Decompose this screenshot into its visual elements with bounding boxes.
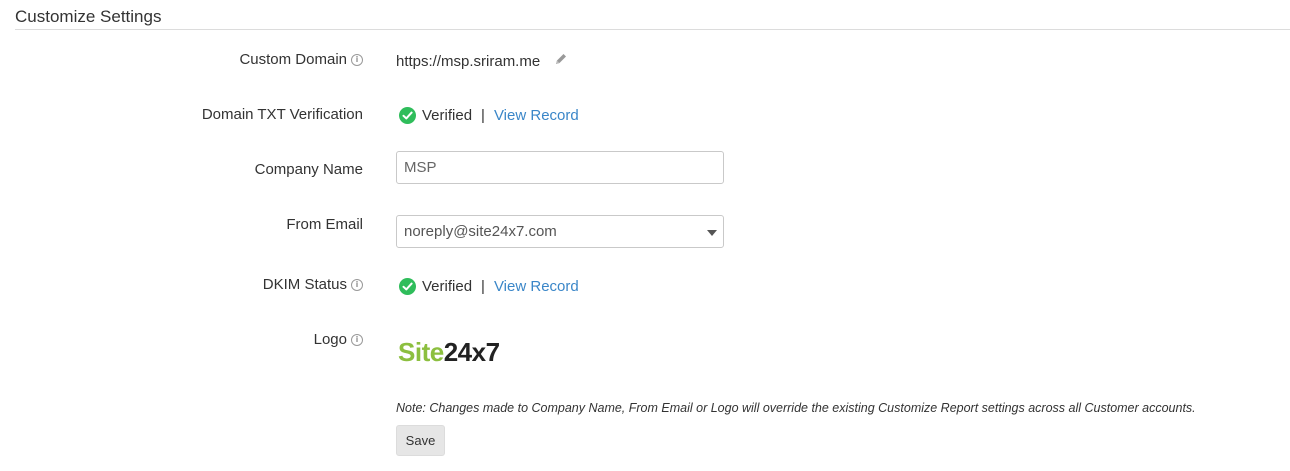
site24x7-logo: Site24x7 [398, 337, 500, 368]
dkim-status-label: DKIM Status i [263, 276, 363, 293]
info-icon[interactable]: i [351, 333, 363, 346]
dkim-status-row: Verified | View Record [396, 278, 579, 295]
company-name-input[interactable] [404, 159, 723, 176]
page-title: Customize Settings [15, 7, 162, 26]
logo-label: Logo i [314, 331, 363, 348]
from-email-label: From Email [286, 216, 363, 233]
caret-down-icon[interactable] [707, 230, 717, 236]
logo-text-site: Site [398, 337, 444, 367]
from-email-selected-value: noreply@site24x7.com [404, 223, 557, 240]
dkim-status-label-text: DKIM Status [262, 276, 347, 293]
from-email-label-text: From Email [286, 216, 363, 233]
separator: | [481, 107, 485, 124]
dkim-status: Verified [422, 278, 473, 295]
check-circle-icon [399, 278, 416, 295]
pencil-icon[interactable] [554, 52, 568, 70]
custom-domain-label-text: Custom Domain [239, 51, 347, 68]
domain-txt-label: Domain TXT Verification [202, 106, 363, 123]
from-email-select[interactable]: noreply@site24x7.com [396, 215, 724, 248]
custom-domain-value-row: https://msp.sriram.me [396, 52, 568, 70]
info-icon[interactable]: i [351, 53, 363, 66]
company-name-label-text: Company Name [254, 161, 363, 178]
domain-txt-status: Verified [422, 107, 473, 124]
check-circle-icon [399, 107, 416, 124]
company-name-label: Company Name [255, 161, 363, 178]
override-note: Note: Changes made to Company Name, From… [396, 401, 1196, 415]
title-divider [15, 29, 1290, 30]
domain-txt-label-text: Domain TXT Verification [201, 106, 363, 123]
domain-txt-status-row: Verified | View Record [396, 107, 579, 124]
custom-domain-value: https://msp.sriram.me [396, 52, 541, 70]
company-name-field[interactable] [396, 151, 724, 184]
save-button[interactable]: Save [396, 425, 445, 456]
logo-text-24x7: 24x7 [443, 337, 500, 367]
separator: | [481, 278, 485, 295]
logo-label-text: Logo [313, 331, 347, 348]
domain-txt-view-record-link[interactable]: View Record [494, 107, 579, 124]
dkim-view-record-link[interactable]: View Record [494, 278, 579, 295]
custom-domain-label: Custom Domain i [239, 51, 363, 68]
info-icon[interactable]: i [351, 278, 363, 291]
